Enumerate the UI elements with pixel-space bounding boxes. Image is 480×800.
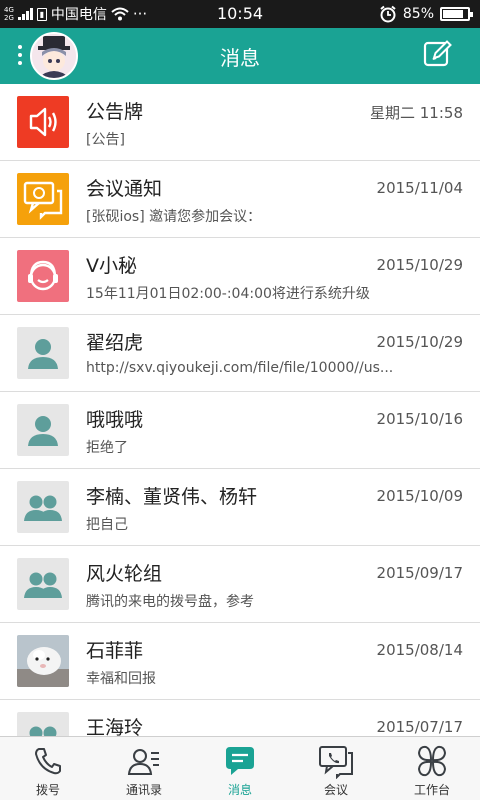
message-date: 2015/07/17: [376, 718, 463, 736]
message-sender: 石菲菲: [86, 640, 144, 662]
status-bar: 4G 2G ▮ 中国电信 ··· 10:54 85%: [0, 0, 480, 28]
message-row[interactable]: 石菲菲幸福和回报 2015/08/14: [0, 623, 480, 700]
message-date: 2015/10/09: [376, 487, 463, 505]
alarm-icon: [380, 5, 396, 23]
page-title: 消息: [220, 46, 260, 70]
message-sender: 哦哦哦: [86, 409, 144, 431]
tab-label: 通讯录: [125, 783, 162, 797]
message-date: 2015/08/14: [376, 641, 463, 659]
bottom-tab-bar: 拨号 通讯录 消息 会议 工作台: [0, 736, 480, 800]
message-date: 2015/10/29: [376, 333, 463, 351]
speaker-icon: [17, 96, 69, 148]
photo-avatar: [17, 635, 69, 687]
message-preview: 拒绝了: [86, 440, 128, 456]
message-row[interactable]: 翟绍虎 http://sxv.qiyoukeji.com/file/file/10…: [0, 315, 480, 392]
message-sender: 会议通知: [86, 178, 163, 200]
message-preview: 幸福和回报: [86, 671, 156, 687]
message-preview: [张砚ios] 邀请您参加会议：: [86, 209, 262, 225]
group-icon: [17, 481, 69, 533]
message-preview: http://sxv.qiyoukeji.com/file/file/10000…: [86, 360, 394, 376]
tab-label: 拨号: [35, 783, 60, 797]
message-sender: 王海玲: [86, 717, 144, 736]
app-header: 消息: [0, 28, 480, 84]
battery-icon: [440, 7, 473, 21]
message-row[interactable]: 风火轮组腾讯的来电的拨号盘，参考 2015/09/17: [0, 546, 480, 623]
tab-meeting[interactable]: 会议: [288, 737, 384, 800]
tab-label: 工作台: [413, 783, 450, 797]
message-sender: 风火轮组: [86, 563, 163, 585]
message-date: 2015/11/04: [376, 179, 463, 197]
message-row[interactable]: V小秘 15年11月01日02:00-:04:00将进行系统升级 2015/10/2…: [0, 238, 480, 315]
tab-phone[interactable]: 拨号: [0, 737, 96, 800]
message-date: 2015/10/29: [376, 256, 463, 274]
message-row[interactable]: 会议通知 [张砚ios] 邀请您参加会议： 2015/11/04: [0, 161, 480, 238]
group-icon: [17, 712, 69, 736]
message-sender: V小秘: [86, 255, 137, 277]
compose-icon[interactable]: [422, 38, 454, 70]
message-sender: 翟绍虎: [86, 332, 144, 354]
message-row[interactable]: 公告牌 [公告] 星期二 11:58: [0, 84, 480, 161]
message-row[interactable]: 李楠、董贤伟、杨轩把自己 2015/10/09: [0, 469, 480, 546]
tab-contacts[interactable]: 通讯录: [96, 737, 192, 800]
message-preview: 把自己: [86, 517, 128, 533]
message-row[interactable]: 王海玲 2015/07/17: [0, 700, 480, 736]
message-list: 公告牌 [公告] 星期二 11:58 会议通知 [张砚ios] 邀请您参加会议： 2015…: [0, 84, 480, 736]
person-icon: [17, 404, 69, 456]
message-preview: 15年11月01日02:00-:04:00将进行系统升级: [86, 286, 370, 302]
headset-icon: [17, 250, 69, 302]
message-date: 2015/10/16: [376, 410, 463, 428]
person-icon: [17, 327, 69, 379]
message-date: 星期二 11:58: [370, 104, 463, 122]
battery-percent: 85%: [402, 6, 434, 22]
message-sender: 李楠、董贤伟、杨轩: [86, 486, 258, 508]
tab-workbench[interactable]: 工作台: [384, 737, 480, 800]
message-preview: 腾讯的来电的拨号盘，参考: [86, 594, 254, 610]
message-preview: [公告]: [86, 132, 125, 148]
message-sender: 公告牌: [86, 101, 144, 123]
tab-label: 会议: [323, 783, 348, 797]
group-icon: [17, 558, 69, 610]
meeting-icon: [17, 173, 69, 225]
message-row[interactable]: 哦哦哦拒绝了 2015/10/16: [0, 392, 480, 469]
message-date: 2015/09/17: [376, 564, 463, 582]
tab-message[interactable]: 消息: [192, 737, 288, 800]
tab-label: 消息: [227, 783, 252, 797]
